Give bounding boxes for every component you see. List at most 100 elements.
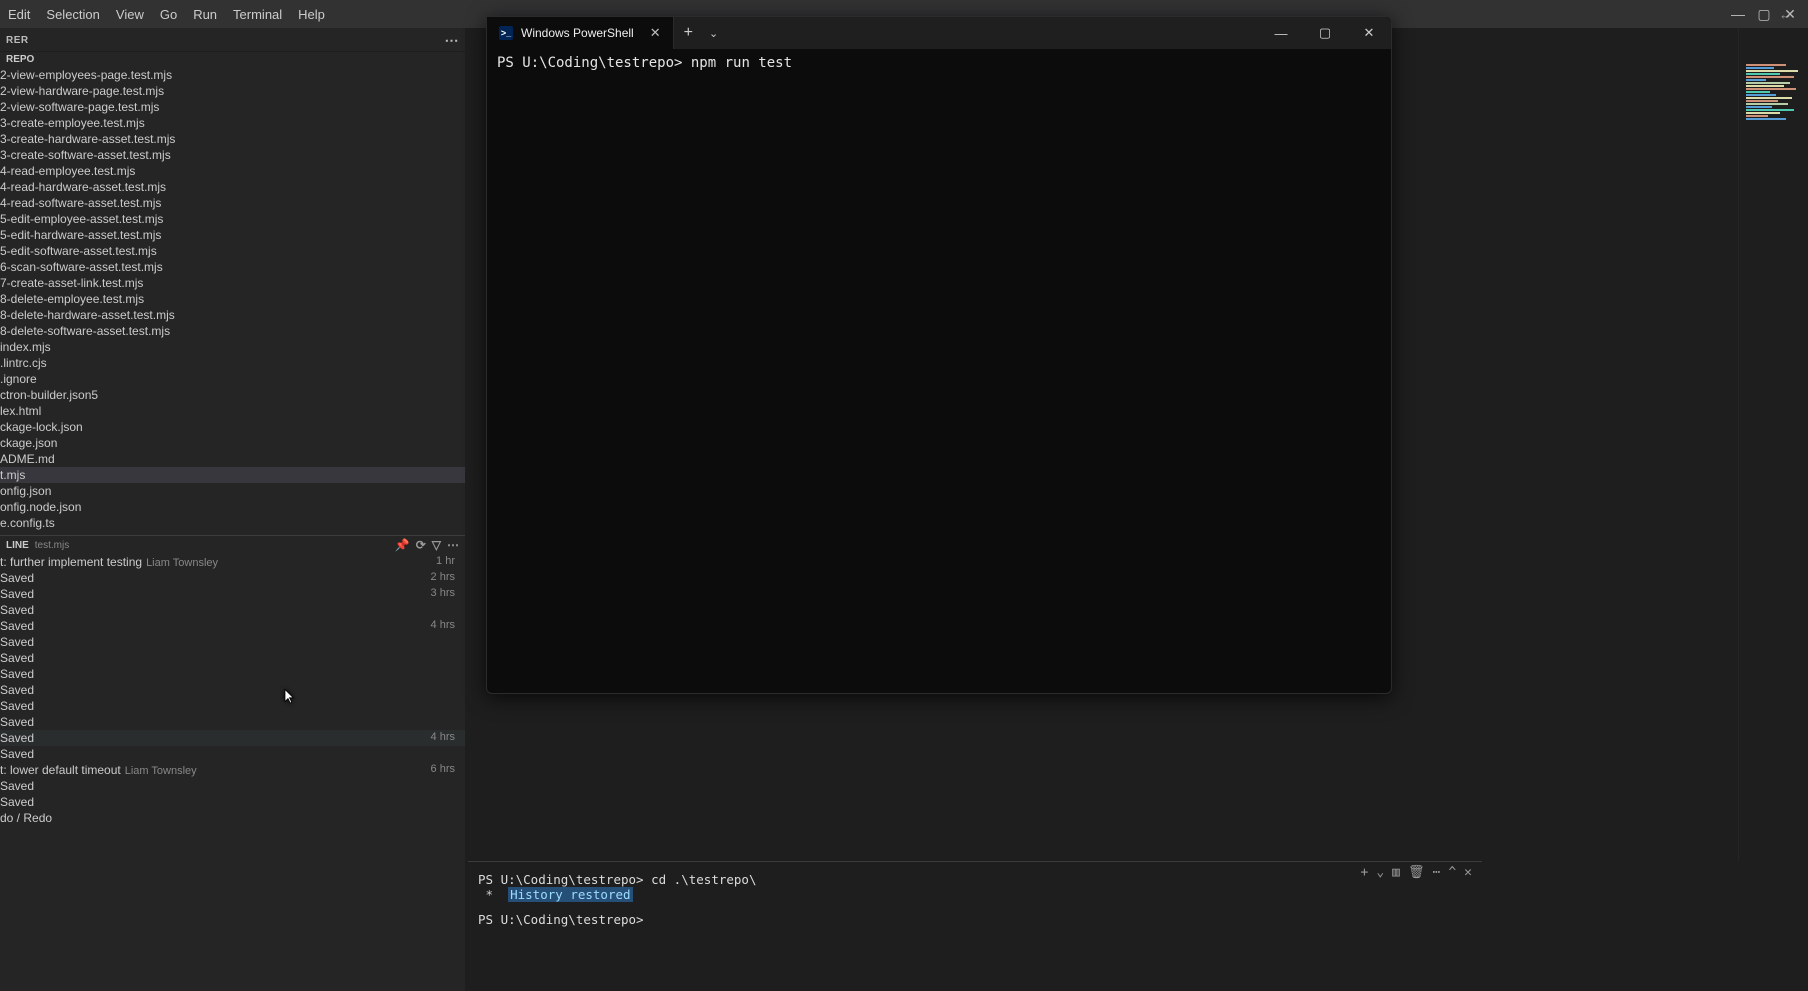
file-item[interactable]: 3-create-hardware-asset.test.mjs: [0, 131, 465, 147]
timeline-item[interactable]: Saved2 hrs: [0, 570, 465, 586]
terminal-more-icon[interactable]: ⋯: [1433, 865, 1441, 880]
timeline-item[interactable]: Saved: [0, 666, 465, 682]
timeline-item[interactable]: t: lower default timeoutLiam Townsley6 h…: [0, 762, 465, 778]
timeline-item[interactable]: Saved: [0, 650, 465, 666]
file-item[interactable]: ctron-builder.json5: [0, 387, 465, 403]
file-item[interactable]: 6-scan-software-asset.test.mjs: [0, 259, 465, 275]
file-item[interactable]: ckage.json: [0, 435, 465, 451]
powershell-tab[interactable]: >_ Windows PowerShell ✕: [487, 17, 674, 49]
file-item[interactable]: 2-view-hardware-page.test.mjs: [0, 83, 465, 99]
powershell-tab-title: Windows PowerShell: [521, 26, 634, 40]
file-item[interactable]: 3-create-employee.test.mjs: [0, 115, 465, 131]
timeline-item[interactable]: Saved: [0, 746, 465, 762]
terminal-trash-icon[interactable]: 🗑: [1408, 865, 1425, 880]
file-item[interactable]: lex.html: [0, 403, 465, 419]
terminal-close-icon[interactable]: ✕: [1464, 865, 1472, 880]
minimap[interactable]: [1746, 64, 1802, 120]
timeline-item-message: Saved: [0, 635, 34, 649]
terminal-split-icon[interactable]: ▥: [1392, 865, 1400, 880]
explorer-folder-label[interactable]: REPO: [0, 51, 465, 67]
file-item[interactable]: 5-edit-hardware-asset.test.mjs: [0, 227, 465, 243]
vscode-min-icon[interactable]: —: [1728, 4, 1748, 24]
powershell-tab-close-icon[interactable]: ✕: [650, 25, 661, 41]
menu-view[interactable]: View: [108, 3, 152, 26]
vscode-max-icon[interactable]: ▢: [1754, 4, 1774, 24]
timeline-item[interactable]: Saved: [0, 602, 465, 618]
int-term-bullet: *: [478, 887, 508, 902]
powershell-tab-dropdown-icon[interactable]: ⌄: [703, 27, 724, 40]
menu-help[interactable]: Help: [290, 3, 333, 26]
menu-edit[interactable]: Edit: [0, 3, 38, 26]
timeline-item-time: 4 hrs: [431, 619, 459, 633]
file-item[interactable]: 8-delete-employee.test.mjs: [0, 291, 465, 307]
timeline-item-time: [455, 795, 459, 809]
menu-run[interactable]: Run: [185, 3, 225, 26]
timeline-item[interactable]: Saved 4 hrs: [0, 618, 465, 634]
powershell-new-tab-icon[interactable]: +: [674, 24, 703, 42]
powershell-close-icon[interactable]: ✕: [1347, 17, 1391, 49]
integrated-terminal[interactable]: + ⌄ ▥ 🗑 ⋯ ^ ✕ PS U:\Coding\testrepo> cd …: [468, 861, 1482, 991]
powershell-maximize-icon[interactable]: ▢: [1303, 17, 1347, 49]
timeline-item[interactable]: Saved3 hrs: [0, 586, 465, 602]
file-item[interactable]: ckage-lock.json: [0, 419, 465, 435]
timeline-item-message: Saved: [0, 699, 34, 713]
file-item[interactable]: 7-create-asset-link.test.mjs: [0, 275, 465, 291]
file-item[interactable]: 8-delete-hardware-asset.test.mjs: [0, 307, 465, 323]
timeline-more-icon[interactable]: ⋯: [447, 538, 459, 552]
file-item[interactable]: index.mjs: [0, 339, 465, 355]
file-item[interactable]: .ignore: [0, 371, 465, 387]
timeline-item-author: Liam Townsley: [125, 765, 197, 777]
file-item[interactable]: e.config.ts: [0, 515, 465, 531]
file-item[interactable]: 2-view-software-page.test.mjs: [0, 99, 465, 115]
timeline-item-message: Saved: [0, 683, 34, 697]
file-item[interactable]: t.mjs: [0, 467, 465, 483]
explorer-sidebar: RER ⋯ REPO 2-view-employees-page.test.mj…: [0, 28, 466, 991]
vscode-close-icon[interactable]: ✕: [1780, 4, 1800, 24]
timeline-pin-icon[interactable]: 📌: [395, 538, 410, 552]
timeline-item-message: Saved: [0, 667, 34, 681]
timeline-refresh-icon[interactable]: ⟳: [416, 538, 426, 552]
terminal-chevron-up-icon[interactable]: ^: [1448, 865, 1456, 880]
timeline-item[interactable]: Saved: [0, 714, 465, 730]
timeline-item-message: Saved: [0, 731, 34, 745]
timeline-item[interactable]: do / Redo: [0, 810, 465, 826]
timeline-item[interactable]: t: further implement testingLiam Townsle…: [0, 554, 465, 570]
timeline-item-message: Saved: [0, 619, 34, 633]
timeline-item[interactable]: Saved: [0, 634, 465, 650]
file-item[interactable]: 4-read-software-asset.test.mjs: [0, 195, 465, 211]
timeline-filter-icon[interactable]: ▽: [432, 538, 441, 552]
powershell-window-controls: — ▢ ✕: [1259, 17, 1391, 49]
file-item[interactable]: 4-read-employee.test.mjs: [0, 163, 465, 179]
timeline-item[interactable]: Saved: [0, 698, 465, 714]
timeline-item-time: 6 hrs: [431, 763, 459, 777]
menu-terminal[interactable]: Terminal: [225, 3, 290, 26]
menu-selection[interactable]: Selection: [38, 3, 107, 26]
powershell-body[interactable]: PS U:\Coding\testrepo> npm run test: [487, 49, 1391, 693]
timeline-item-time: [455, 699, 459, 713]
file-item[interactable]: onfig.node.json: [0, 499, 465, 515]
file-item[interactable]: 4-read-hardware-asset.test.mjs: [0, 179, 465, 195]
file-item[interactable]: 5-edit-software-asset.test.mjs: [0, 243, 465, 259]
timeline-header[interactable]: LINE test.mjs 📌 ⟳ ▽ ⋯: [0, 536, 465, 554]
menu-go[interactable]: Go: [152, 3, 185, 26]
powershell-minimize-icon[interactable]: —: [1259, 17, 1303, 49]
timeline-item[interactable]: Saved: [0, 682, 465, 698]
timeline-item-time: [455, 779, 459, 793]
terminal-chevron-down-icon[interactable]: ⌄: [1376, 865, 1384, 880]
timeline-item[interactable]: Saved4 hrs: [0, 730, 465, 746]
explorer-more-icon[interactable]: ⋯: [445, 32, 460, 49]
file-item[interactable]: .lintrc.cjs: [0, 355, 465, 371]
powershell-window: >_ Windows PowerShell ✕ + ⌄ — ▢ ✕ PS U:\…: [486, 16, 1392, 694]
terminal-add-icon[interactable]: +: [1361, 865, 1369, 880]
file-item[interactable]: onfig.json: [0, 483, 465, 499]
file-item[interactable]: ADME.md: [0, 451, 465, 467]
timeline-file: test.mjs: [35, 540, 69, 551]
timeline-item[interactable]: Saved: [0, 778, 465, 794]
file-item[interactable]: 8-delete-software-asset.test.mjs: [0, 323, 465, 339]
file-item[interactable]: 3-create-software-asset.test.mjs: [0, 147, 465, 163]
timeline-item-message: Saved: [0, 795, 34, 809]
timeline-item[interactable]: Saved: [0, 794, 465, 810]
file-item[interactable]: 2-view-employees-page.test.mjs: [0, 67, 465, 83]
powershell-titlebar[interactable]: >_ Windows PowerShell ✕ + ⌄ — ▢ ✕: [487, 17, 1391, 49]
file-item[interactable]: 5-edit-employee-asset.test.mjs: [0, 211, 465, 227]
